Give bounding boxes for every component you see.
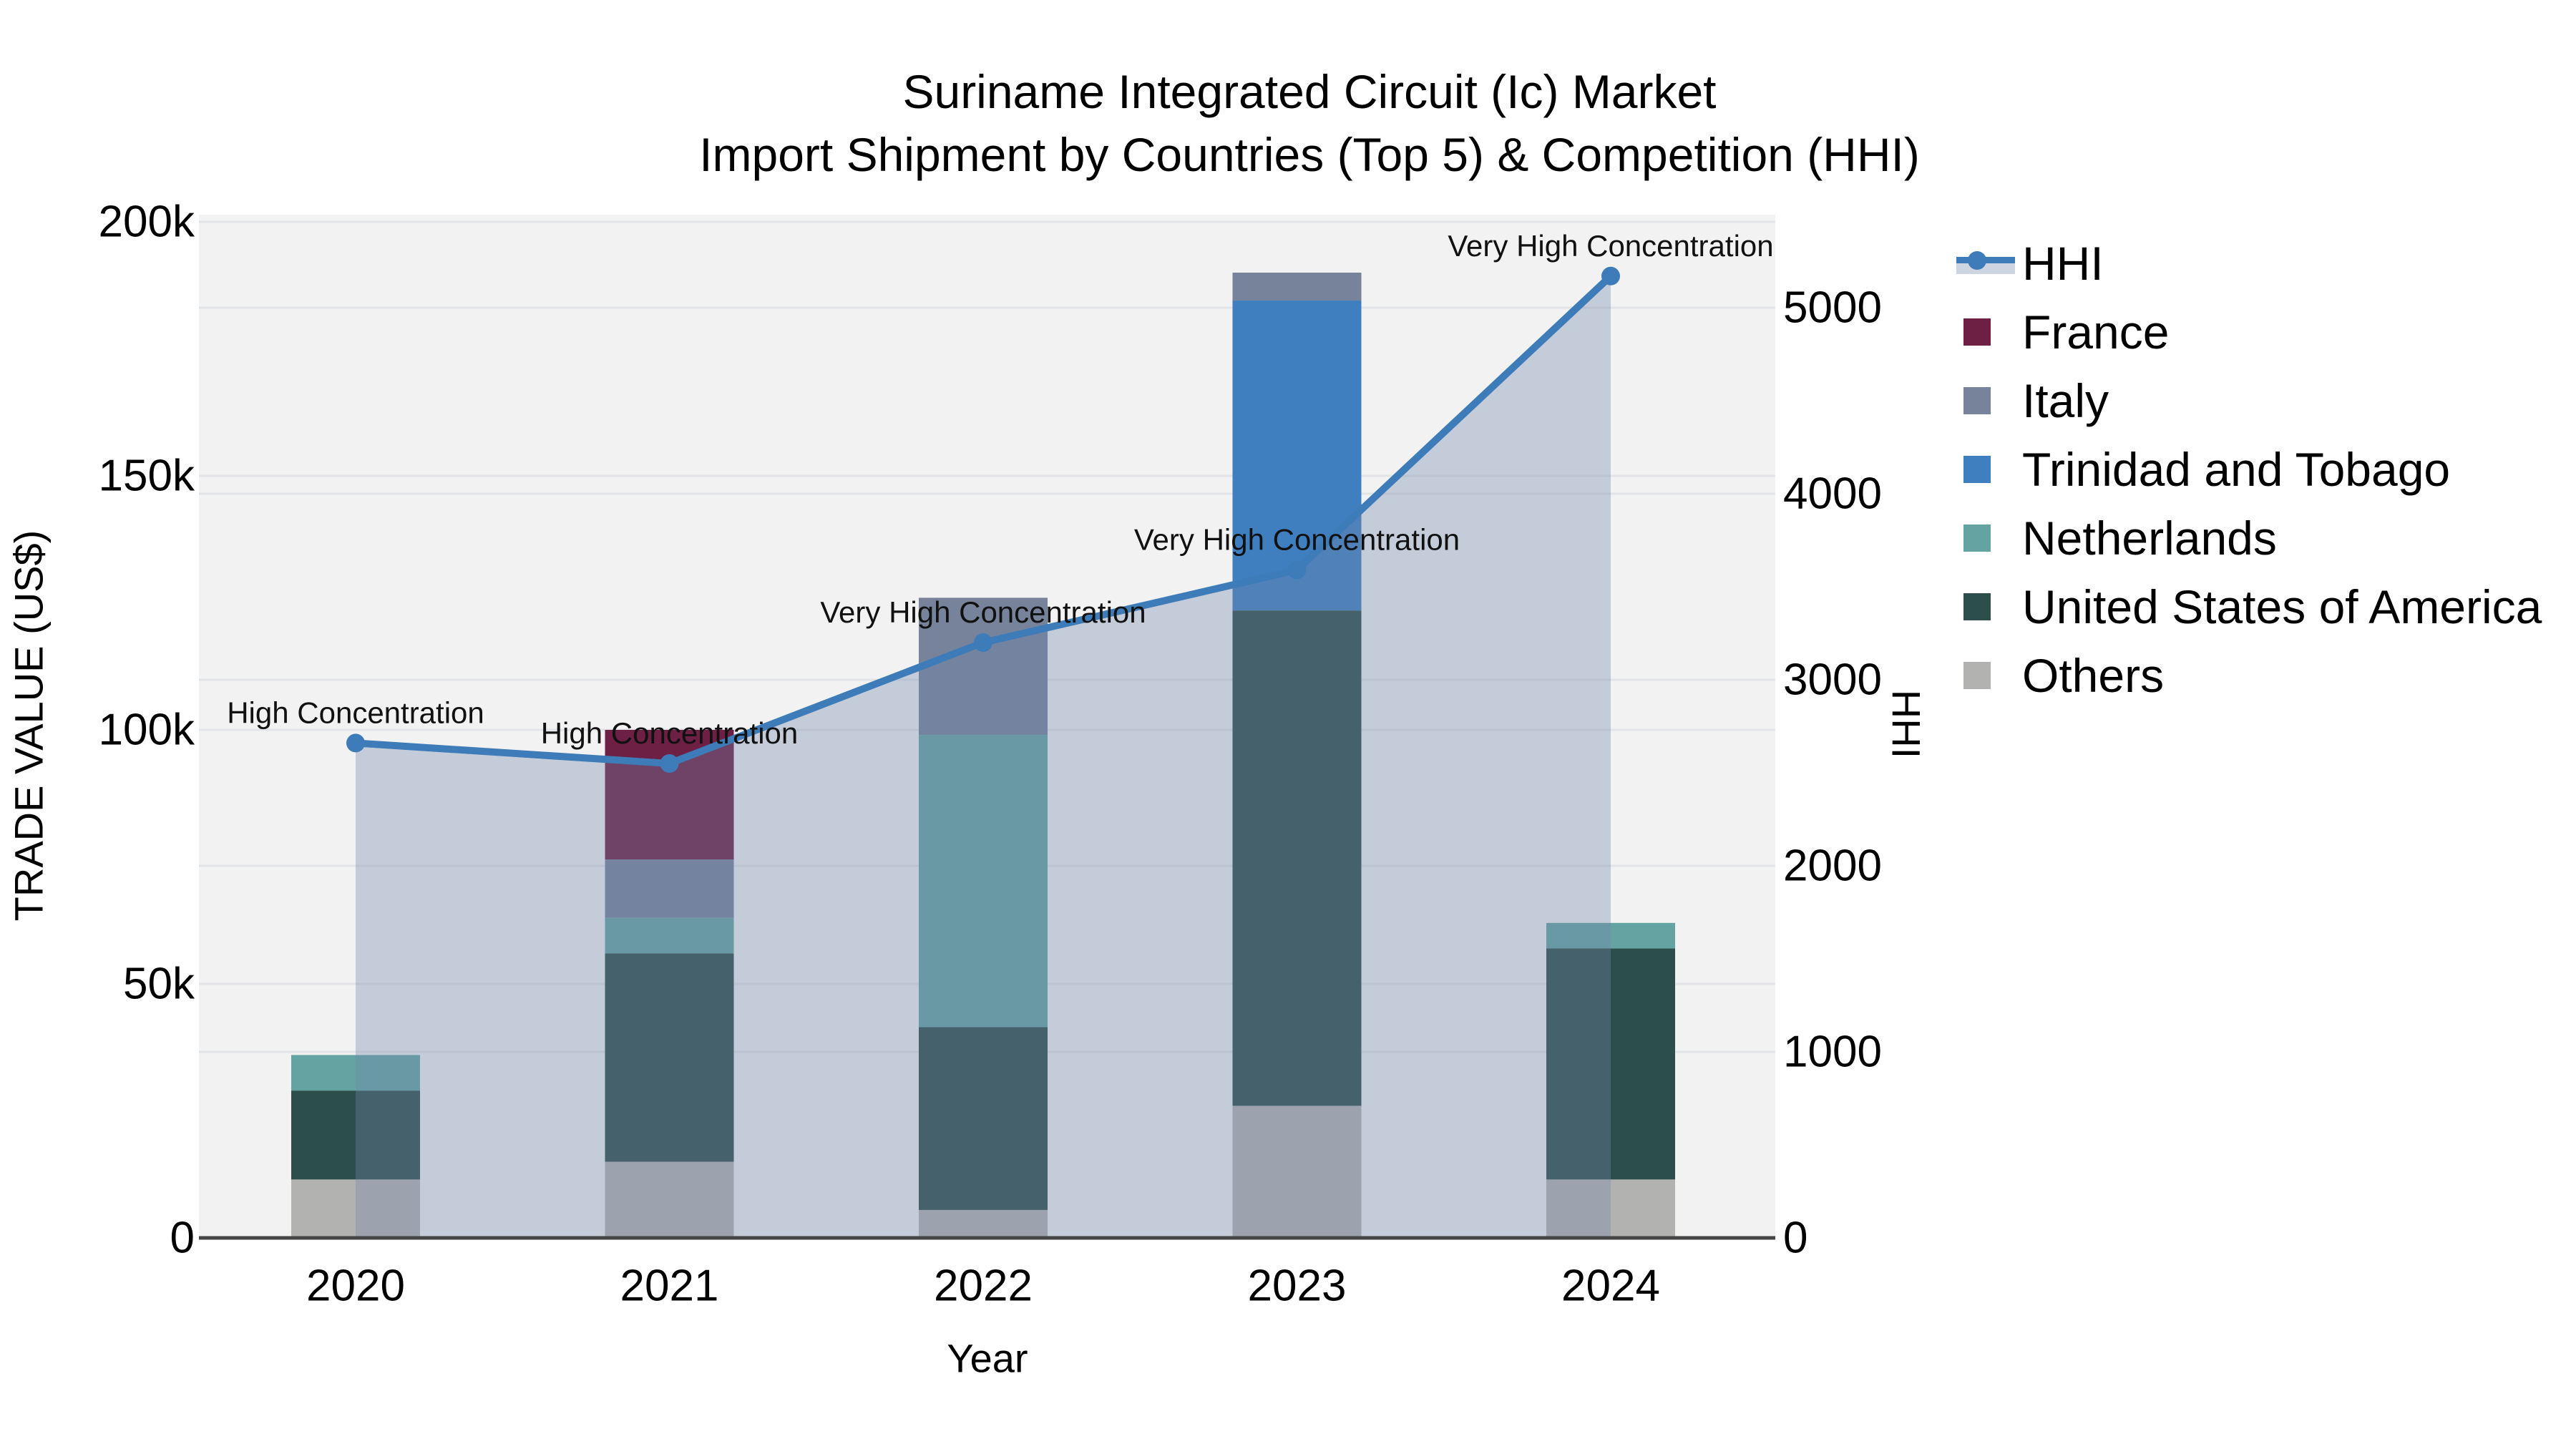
bar-italy-2023[interactable] [1232, 273, 1362, 301]
legend-glyph-column [1956, 251, 2022, 275]
legend-item-italy[interactable]: Italy [1956, 366, 2542, 435]
annotation-2024: Very High Concentration [1448, 229, 1773, 263]
x-tick-2022: 2022 [934, 1261, 1033, 1311]
x-tick-2020: 2020 [306, 1261, 405, 1311]
y-right-tick-0: 0 [1783, 1213, 1808, 1263]
legend-glyph-column [1956, 662, 2022, 689]
hhi-point-2022[interactable] [974, 633, 992, 652]
y-right-tick-1000: 1000 [1783, 1027, 1882, 1077]
hhi-point-2020[interactable] [346, 733, 365, 753]
hhi-line-icon [1956, 251, 2015, 275]
legend-item-others[interactable]: Others [1956, 641, 2542, 710]
y-left-tick-50k: 50k [123, 959, 195, 1009]
legend-swatch-italy [1963, 387, 1991, 414]
plot-area: High Concentration High Concentration Very… [199, 215, 1775, 1240]
legend-swatch-trinidad-and-tobago [1963, 456, 1991, 483]
hhi-marker-icon [1968, 251, 1986, 270]
legend-label-trinidad-and-tobago: Trinidad and Tobago [2022, 443, 2451, 496]
x-axis-title: Year [947, 1335, 1028, 1381]
legend-item-france[interactable]: France [1956, 298, 2542, 366]
legend-item-trinidad-and-tobago[interactable]: Trinidad and Tobago [1956, 435, 2542, 504]
legend-swatch-netherlands [1963, 525, 1991, 552]
annotation-2021: High Concentration [541, 716, 799, 750]
chart-title-line2: Import Shipment by Countries (Top 5) & C… [699, 128, 1920, 181]
y-right-tick-2000: 2000 [1783, 841, 1882, 891]
legend-swatch-others [1963, 662, 1991, 689]
y-left-tick-100k: 100k [98, 705, 195, 755]
legend-label-united-states-of-america: United States of America [2022, 580, 2542, 633]
hhi-point-2023[interactable] [1287, 560, 1307, 580]
legend-label-france: France [2022, 306, 2170, 358]
legend-glyph-column [1956, 387, 2022, 414]
annotation-2023: Very High Concentration [1134, 523, 1460, 557]
legend-glyph-column [1956, 318, 2022, 346]
legend-item-netherlands[interactable]: Netherlands [1956, 504, 2542, 572]
legend-glyph-column [1956, 525, 2022, 552]
y-axis-left-title: TRADE VALUE (US$) [6, 530, 52, 922]
legend-swatch-france [1963, 318, 1991, 346]
x-tick-2021: 2021 [620, 1261, 719, 1311]
legend: HHI France Italy Trinidad and Tobago Netherl… [1956, 229, 2542, 710]
y-left-tick-150k: 150k [98, 451, 195, 501]
legend-label-netherlands: Netherlands [2022, 512, 2277, 565]
y-right-tick-3000: 3000 [1783, 655, 1882, 705]
legend-item-hhi[interactable]: HHI [1956, 229, 2542, 298]
y-axis-right-title: HHI [1883, 689, 1929, 759]
legend-label-others: Others [2022, 649, 2165, 702]
y-left-tick-200k: 200k [98, 197, 195, 247]
legend-swatch-united-states-of-america [1963, 593, 1991, 620]
legend-label-hhi: HHI [2022, 237, 2104, 290]
chart-title: Suriname Integrated Circuit (Ic) Market … [21, 60, 2576, 186]
y-left-tick-0: 0 [170, 1213, 195, 1263]
y-right-tick-5000: 5000 [1783, 283, 1882, 333]
legend-item-united-states-of-america[interactable]: United States of America [1956, 572, 2542, 641]
y-right-tick-4000: 4000 [1783, 469, 1882, 519]
legend-glyph-column [1956, 456, 2022, 483]
hhi-point-2021[interactable] [660, 754, 679, 773]
annotation-2022: Very High Concentration [820, 595, 1146, 629]
legend-label-italy: Italy [2022, 374, 2109, 427]
chart-title-line1: Suriname Integrated Circuit (Ic) Market [902, 65, 1717, 118]
annotation-2020: High Concentration [227, 696, 484, 729]
x-tick-2024: 2024 [1561, 1261, 1660, 1311]
hhi-point-2024[interactable] [1601, 266, 1620, 286]
x-tick-2023: 2023 [1247, 1261, 1347, 1311]
legend-glyph-column [1956, 593, 2022, 620]
